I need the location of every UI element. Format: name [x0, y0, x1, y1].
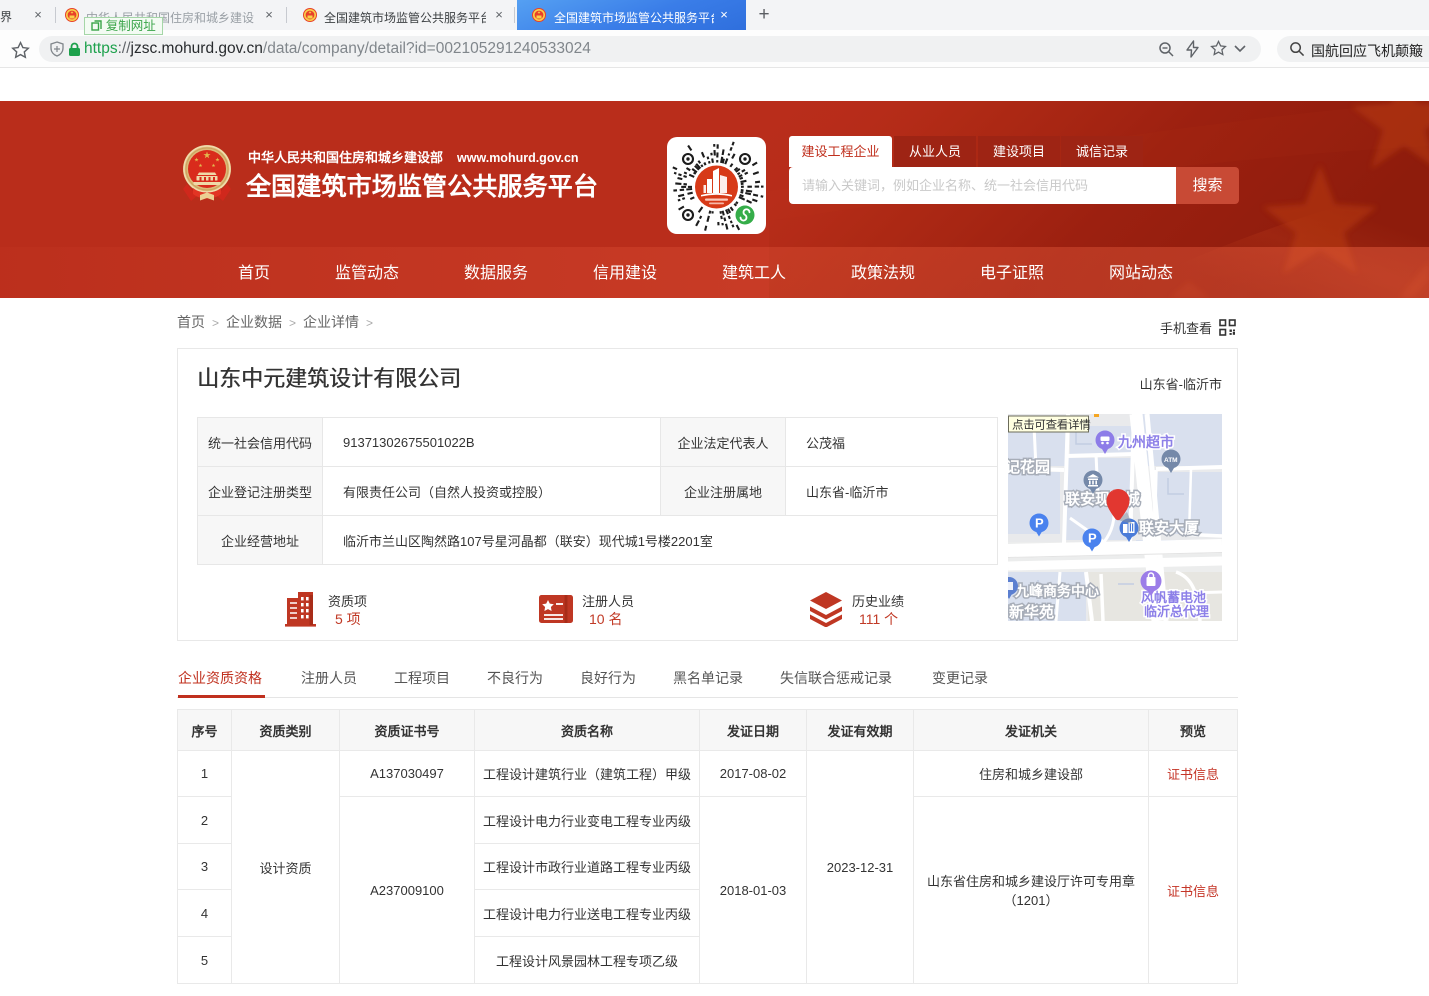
svg-text:P: P — [1088, 531, 1097, 546]
svg-text:联安大厦: 联安大厦 — [1139, 519, 1200, 537]
svg-text:九州超市: 九州超市 — [1117, 434, 1174, 450]
svg-text:记花园: 记花园 — [1008, 458, 1050, 476]
svg-text:P: P — [1035, 516, 1044, 531]
svg-text:点击可查看详情: 点击可查看详情 — [1012, 418, 1091, 432]
svg-text:临沂总代理: 临沂总代理 — [1144, 604, 1209, 619]
svg-text:新华苑: 新华苑 — [1009, 603, 1054, 621]
svg-text:ATM: ATM — [1164, 457, 1178, 464]
svg-text:九峰商务中心: 九峰商务中心 — [1014, 583, 1099, 599]
